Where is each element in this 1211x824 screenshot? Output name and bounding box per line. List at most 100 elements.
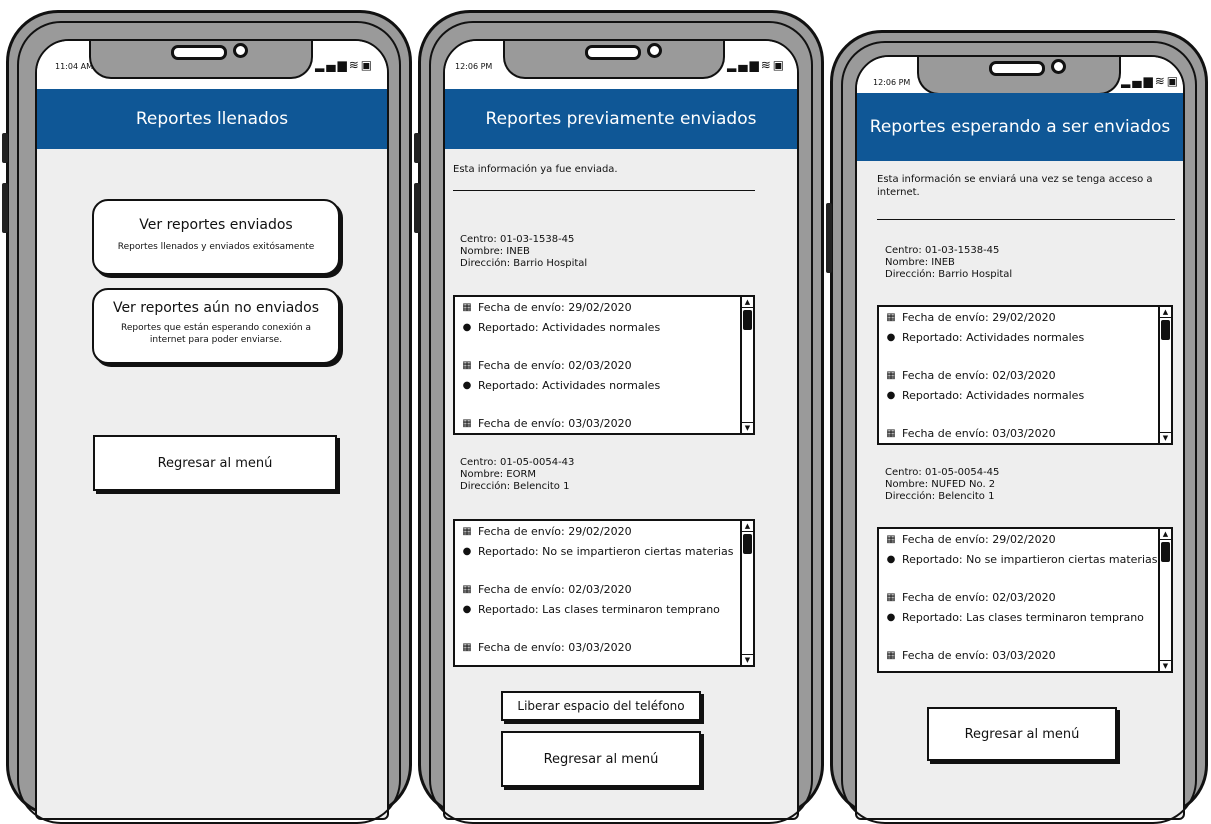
calendar-icon: ▦ (886, 428, 896, 439)
list-item: ▦ Fecha de envío: 02/03/2020 (460, 359, 631, 372)
calendar-icon: ▦ (886, 312, 896, 323)
center-name: Nombre: EORM (460, 469, 537, 480)
list-item: ● Reportado: Las clases terminaron tempra… (460, 603, 720, 616)
scrollbar[interactable]: ▲ ▼ (1158, 529, 1171, 671)
signal-icon: ▂▄▆ (727, 58, 761, 72)
center-info: Centro: 01-03-1538-45 Nombre: INEB Direc… (885, 245, 1012, 281)
scroll-up-icon[interactable]: ▲ (742, 521, 753, 532)
system-icons: ▂▄▆≋▣ (315, 58, 374, 72)
scroll-down-icon[interactable]: ▼ (1160, 660, 1171, 671)
calendar-icon: ▦ (462, 584, 472, 595)
status-time: 12:06 PM (873, 78, 911, 87)
scroll-down-icon[interactable]: ▼ (742, 654, 753, 665)
list-item: ● Reportado: No se impartieron ciertas ma… (884, 553, 1158, 566)
center-address: Dirección: Belencito 1 (885, 491, 995, 502)
speaker-icon (171, 45, 227, 60)
list-item: ▦ Fecha de envío: 02/03/2020 (460, 583, 631, 596)
center-address: Dirección: Barrio Hospital (885, 269, 1013, 280)
card-title: Ver reportes aún no enviados (112, 300, 320, 316)
center-code: Centro: 01-03-1538-45 (885, 245, 1000, 256)
reports-list[interactable]: ▦ Fecha de envío: 29/02/2020 ● Reportado: … (453, 295, 755, 435)
center-code: Centro: 01-03-1538-45 (460, 234, 575, 245)
scrollbar[interactable]: ▲ ▼ (740, 521, 753, 665)
scroll-thumb[interactable] (1161, 542, 1170, 562)
info-text: Esta información se enviará una vez se t… (877, 174, 1153, 198)
calendar-icon: ▦ (462, 302, 472, 313)
list-item: ▦ Fecha de envío: 03/03/2020 (884, 427, 1055, 440)
view-sent-reports-card[interactable]: Ver reportes enviados Reportes llenados … (92, 199, 340, 275)
comment-icon: ● (886, 332, 896, 343)
calendar-icon: ▦ (886, 650, 896, 661)
scroll-up-icon[interactable]: ▲ (742, 297, 753, 308)
center-address: Dirección: Belencito 1 (460, 481, 570, 492)
list-item: ▦ Fecha de envío: 29/02/2020 (884, 533, 1055, 546)
list-item: ▦ Fecha de envío: 02/03/2020 (884, 369, 1055, 382)
center-code: Centro: 01-05-0054-43 (460, 457, 575, 468)
phone-frame-1: 11:04 AM ▂▄▆≋▣ Reportes llenados Ver rep… (2, 10, 412, 824)
wifi-icon: ≋ (1154, 74, 1167, 88)
phone-frame-2: 12:06 PM ▂▄▆≋▣ Reportes previamente envi… (414, 10, 824, 824)
notch (89, 41, 313, 79)
scroll-thumb[interactable] (743, 534, 752, 554)
comment-icon: ● (462, 604, 472, 615)
side-button (2, 133, 8, 163)
page-title: Reportes previamente enviados (445, 89, 797, 149)
speaker-icon (585, 45, 641, 60)
free-phone-space-button[interactable]: Liberar espacio del teléfono (501, 691, 701, 721)
card-subtitle: Reportes llenados y enviados exitósament… (117, 242, 315, 252)
battery-icon: ▣ (360, 58, 375, 72)
comment-icon: ● (886, 554, 896, 565)
notch (917, 57, 1121, 95)
calendar-icon: ▦ (886, 370, 896, 381)
camera-icon (233, 43, 248, 58)
reports-list[interactable]: ▦ Fecha de envío: 29/02/2020 ● Reportado: … (877, 305, 1173, 445)
wifi-icon: ≋ (348, 58, 361, 72)
list-item: ● Reportado: Actividades normales (460, 379, 661, 392)
reports-list[interactable]: ▦ Fecha de envío: 29/02/2020 ● Reportado: … (877, 527, 1173, 673)
list-item: ● Reportado: Actividades normales (884, 389, 1085, 402)
comment-icon: ● (462, 322, 472, 333)
calendar-icon: ▦ (886, 592, 896, 603)
list-item: ▦ Fecha de envío: 03/03/2020 (460, 417, 631, 430)
reports-list[interactable]: ▦ Fecha de envío: 29/02/2020 ● Reportado: … (453, 519, 755, 667)
list-item: ▦ Fecha de envío: 03/03/2020 (460, 641, 631, 654)
status-bar: 11:04 AM ▂▄▆≋▣ (37, 41, 387, 91)
info-text: Esta información ya fue enviada. (453, 164, 618, 175)
scrollbar[interactable]: ▲ ▼ (740, 297, 753, 433)
page-title: Reportes esperando a ser enviados (857, 93, 1183, 161)
back-to-menu-button[interactable]: Regresar al menú (93, 435, 337, 491)
scroll-down-icon[interactable]: ▼ (742, 422, 753, 433)
page-title: Reportes llenados (37, 89, 387, 149)
screen-reportes-enviados: 12:06 PM ▂▄▆≋▣ Reportes previamente envi… (443, 39, 799, 820)
list-item: ▦ Fecha de envío: 29/02/2020 (460, 301, 631, 314)
status-time: 11:04 AM (55, 62, 93, 71)
scrollbar[interactable]: ▲ ▼ (1158, 307, 1171, 443)
calendar-icon: ▦ (462, 360, 472, 371)
side-button (414, 133, 420, 163)
scroll-down-icon[interactable]: ▼ (1160, 432, 1171, 443)
back-to-menu-button[interactable]: Regresar al menú (501, 731, 701, 787)
center-info: Centro: 01-05-0054-43 Nombre: EORM Direc… (460, 457, 574, 493)
view-unsent-reports-card[interactable]: Ver reportes aún no enviados Reportes qu… (92, 288, 340, 364)
speaker-icon (989, 61, 1045, 76)
calendar-icon: ▦ (462, 642, 472, 653)
center-name: Nombre: INEB (460, 246, 530, 257)
card-title: Ver reportes enviados (139, 217, 293, 233)
screen-reportes-esperando: 12:06 PM ▂▄▆≋▣ Reportes esperando a ser … (855, 55, 1185, 820)
calendar-icon: ▦ (462, 418, 472, 429)
back-to-menu-button[interactable]: Regresar al menú (927, 707, 1117, 761)
comment-icon: ● (886, 390, 896, 401)
comment-icon: ● (886, 612, 896, 623)
list-item: ● Reportado: Actividades normales (884, 331, 1085, 344)
scroll-thumb[interactable] (1161, 320, 1170, 340)
scroll-thumb[interactable] (743, 310, 752, 330)
battery-icon: ▣ (772, 58, 787, 72)
list-item: ▦ Fecha de envío: 02/03/2020 (884, 591, 1055, 604)
system-icons: ▂▄▆≋▣ (1121, 74, 1180, 88)
camera-icon (647, 43, 662, 58)
scroll-up-icon[interactable]: ▲ (1160, 529, 1171, 540)
center-name: Nombre: INEB (885, 257, 955, 268)
center-address: Dirección: Barrio Hospital (460, 258, 588, 269)
status-time: 12:06 PM (455, 62, 493, 71)
scroll-up-icon[interactable]: ▲ (1160, 307, 1171, 318)
